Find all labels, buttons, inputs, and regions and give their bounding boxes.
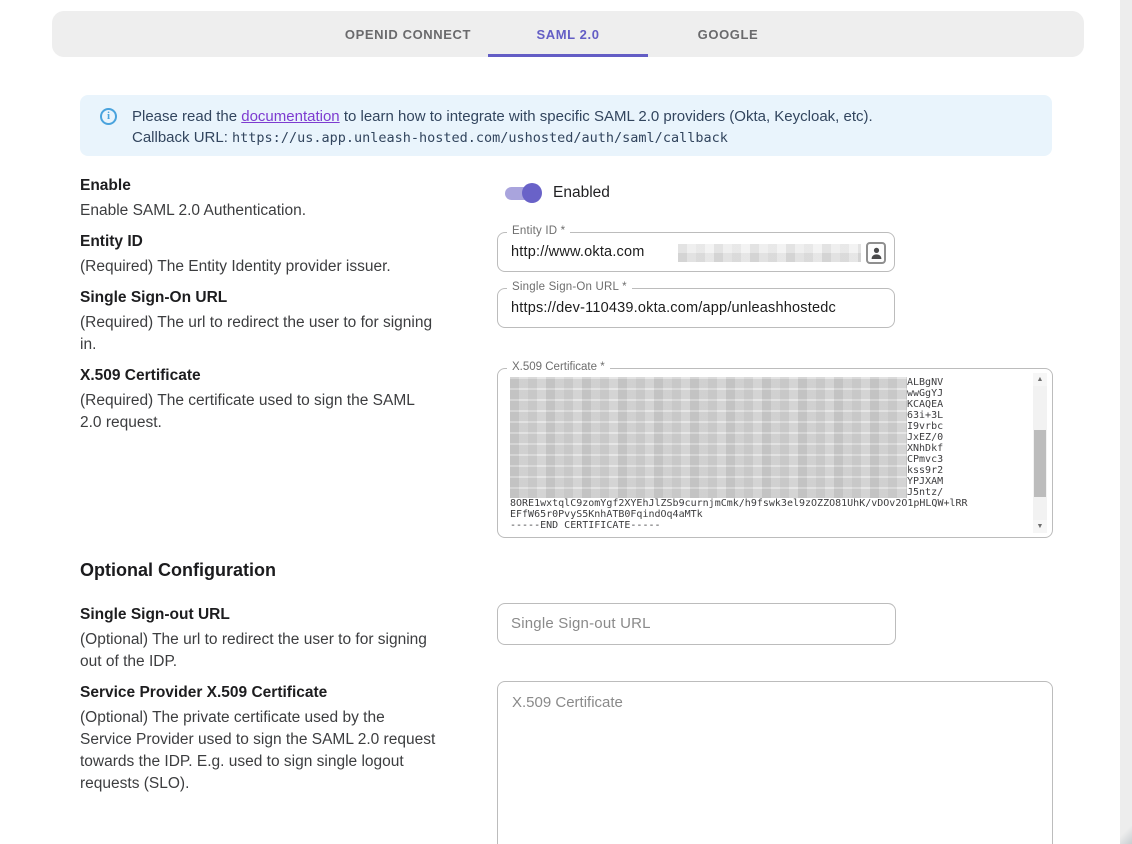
cert-line-fragment: KCAQEA [907,399,943,410]
x509-cert-title: X.509 Certificate [80,367,500,385]
sso-url-title: Single Sign-On URL [80,289,500,307]
cert-line-fragment: JxEZ/0 [907,432,943,443]
sp-cert-info: Service Provider X.509 Certificate (Opti… [80,684,500,795]
cert-line-fragment: kss9r2 [907,465,943,476]
signout-url-desc: (Optional) The url to redirect the user … [80,629,500,673]
entity-id-info: Entity ID (Required) The Entity Identity… [80,233,500,278]
redacted-cert-line [510,410,907,421]
redacted-cert-line [510,432,907,443]
cert-visible-line: 8ORE1wxtqlC9zomYgf2XYEhJlZSb9curnjmCmk/h… [510,498,1020,509]
callback-url-value: https://us.app.unleash-hosted.com/ushost… [232,130,728,146]
cert-line-fragment: J5ntz/ [907,487,943,498]
redacted-cert-line [510,487,907,498]
enable-toggle-row: Enabled [502,182,610,204]
cert-line-fragment: CPmvc3 [907,454,943,465]
sp-x509-certificate-field [497,681,1053,844]
x509-cert-info: X.509 Certificate (Required) The certifi… [80,367,500,434]
signout-url-field [497,603,896,645]
enable-title: Enable [80,177,500,195]
scroll-down-arrow-icon[interactable]: ▼ [1033,520,1047,533]
tab-openid-connect[interactable]: OPENID CONNECT [328,11,488,57]
scroll-up-arrow-icon[interactable]: ▲ [1033,373,1047,386]
redacted-cert-line [510,476,907,487]
cert-line-fragment: I9vrbc [907,421,943,432]
resize-corner [1120,826,1132,844]
auth-tabs: OPENID CONNECT SAML 2.0 GOOGLE [52,11,1084,57]
banner-text-suffix: to learn how to integrate with specific … [340,108,873,125]
enabled-toggle[interactable] [502,182,542,204]
scrollbar-track[interactable] [1033,386,1047,520]
signout-url-input[interactable] [498,604,895,644]
enabled-toggle-label: Enabled [553,184,610,202]
sso-url-field: Single Sign-On URL * [497,288,895,328]
entity-id-field: Entity ID * [497,232,895,272]
saml-settings-page: OPENID CONNECT SAML 2.0 GOOGLE i Please … [0,0,1132,844]
redacted-cert-line [510,465,907,476]
x509-cert-desc: (Required) The certificate used to sign … [80,390,500,434]
certificate-scrollbar[interactable]: ▲ ▼ [1033,373,1047,533]
entity-id-title: Entity ID [80,233,500,251]
x509-certificate-content: ALBgNV wwGgYJ KCAQEA 63i+3L I9vrbc JxEZ/… [510,377,1020,533]
redacted-cert-line [510,399,907,410]
entity-id-field-label: Entity ID * [507,225,570,237]
redacted-cert-line [510,377,907,388]
redacted-cert-line [510,421,907,432]
sp-x509-certificate-input[interactable] [498,682,1052,844]
sso-url-info: Single Sign-On URL (Required) The url to… [80,289,500,356]
sso-url-field-label: Single Sign-On URL * [507,281,632,293]
cert-line-fragment: wwGgYJ [907,388,943,399]
sp-cert-title: Service Provider X.509 Certificate [80,684,500,702]
entity-id-desc: (Required) The Entity Identity provider … [80,256,500,278]
signout-url-title: Single Sign-out URL [80,606,500,624]
cert-visible-line: EFfW65r0PvyS5KnhATB0FqindOq4aMTk [510,509,1020,520]
cert-line-fragment: YPJXAM [907,476,943,487]
tab-google[interactable]: GOOGLE [648,11,808,57]
sso-url-desc: (Required) The url to redirect the user … [80,312,500,356]
x509-certificate-field[interactable]: X.509 Certificate * ALBgNV wwGgYJ KCAQEA… [497,368,1053,538]
cert-line-fragment: 63i+3L [907,410,943,421]
scrollbar-thumb[interactable] [1034,430,1046,497]
enable-desc: Enable SAML 2.0 Authentication. [80,200,500,222]
signout-url-info: Single Sign-out URL (Optional) The url t… [80,606,500,673]
redacted-cert-line [510,454,907,465]
info-icon: i [100,108,117,125]
callback-url-label: Callback URL: [132,129,232,146]
person-icon [871,247,882,260]
toggle-knob [522,183,542,203]
sso-url-input[interactable] [498,289,894,327]
enable-info: Enable Enable SAML 2.0 Authentication. [80,177,500,222]
redacted-cert-line [510,443,907,454]
optional-configuration-heading: Optional Configuration [80,560,276,581]
documentation-link[interactable]: documentation [241,108,339,125]
banner-text-prefix: Please read the [132,108,241,125]
password-manager-autofill-icon[interactable] [866,242,886,264]
cert-visible-line: -----END CERTIFICATE----- [510,520,1020,531]
sp-cert-desc: (Optional) The private certificate used … [80,707,500,795]
tab-saml-20[interactable]: SAML 2.0 [488,11,648,57]
info-banner: i Please read the documentation to learn… [80,95,1052,156]
cert-line-fragment: XNhDkf [907,443,943,454]
x509-certificate-field-label: X.509 Certificate * [507,361,610,373]
redacted-entity-id-value [678,244,861,262]
cert-line-fragment: ALBgNV [907,377,943,388]
page-scrollbar[interactable] [1120,0,1132,844]
banner-text: Please read the documentation to learn h… [132,106,873,156]
redacted-cert-line [510,388,907,399]
